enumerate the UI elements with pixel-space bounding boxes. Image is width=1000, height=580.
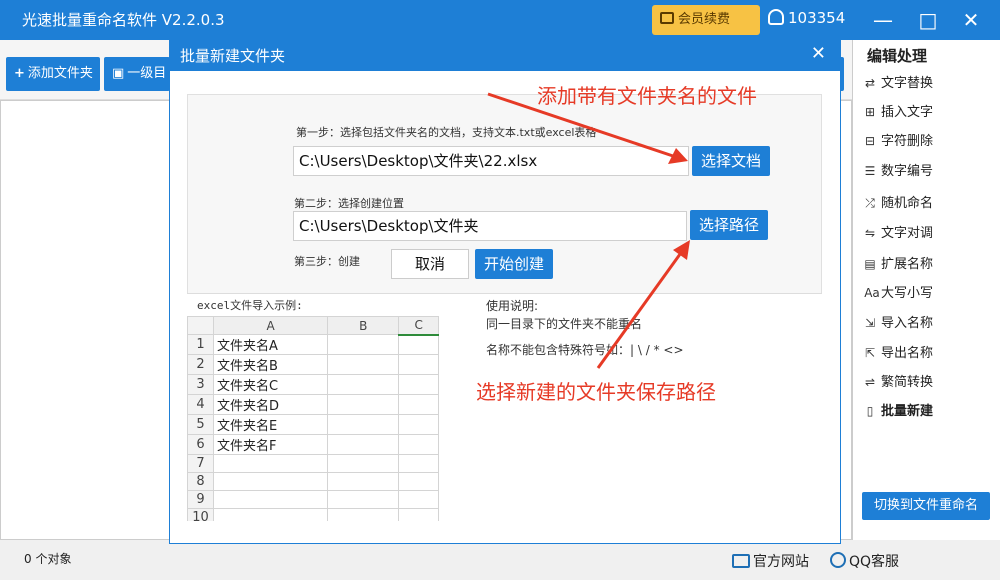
annotation-arrows (487, 92, 690, 369)
arrow-head (673, 240, 690, 260)
arrow-line (596, 249, 685, 369)
arrow-line (487, 92, 677, 159)
